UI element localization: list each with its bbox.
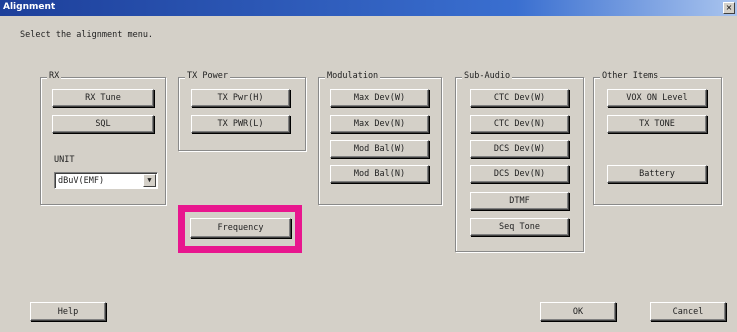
max-dev-n-button[interactable]: Max Dev(N) <box>330 115 429 133</box>
unit-select-value: dBuV(EMF) <box>58 176 105 186</box>
group-rx-label: RX <box>47 71 62 81</box>
group-other-items-label: Other Items <box>600 71 661 81</box>
mod-bal-w-button[interactable]: Mod Bal(W) <box>330 140 429 158</box>
prompt-text: Select the alignment menu. <box>20 30 154 40</box>
unit-select[interactable]: dBuV(EMF) ▼ <box>54 172 158 189</box>
frequency-button[interactable]: Frequency <box>190 218 291 238</box>
group-sub-audio-label: Sub-Audio <box>462 71 513 81</box>
chevron-down-icon[interactable]: ▼ <box>143 174 156 187</box>
help-button[interactable]: Help <box>30 302 106 321</box>
cancel-button[interactable]: Cancel <box>650 302 726 321</box>
sql-button[interactable]: SQL <box>52 115 154 133</box>
max-dev-w-button[interactable]: Max Dev(W) <box>330 89 429 107</box>
group-modulation-label: Modulation <box>325 71 381 81</box>
dcs-dev-n-button[interactable]: DCS Dev(N) <box>470 165 569 183</box>
seq-tone-button[interactable]: Seq Tone <box>470 218 569 236</box>
tx-pwr-l-button[interactable]: TX PWR(L) <box>191 115 290 133</box>
title-bar: Alignment × <box>0 0 737 16</box>
mod-bal-n-button[interactable]: Mod Bal(N) <box>330 165 429 183</box>
ctc-dev-w-button[interactable]: CTC Dev(W) <box>470 89 569 107</box>
tx-pwr-h-button[interactable]: TX Pwr(H) <box>191 89 290 107</box>
dcs-dev-w-button[interactable]: DCS Dev(W) <box>470 140 569 158</box>
group-tx-power-label: TX Power <box>185 71 230 81</box>
dtmf-button[interactable]: DTMF <box>470 192 569 210</box>
window-title: Alignment <box>3 2 56 12</box>
tx-tone-button[interactable]: TX TONE <box>607 115 707 133</box>
ok-button[interactable]: OK <box>540 302 616 321</box>
close-button[interactable]: × <box>723 2 735 14</box>
rx-tune-button[interactable]: RX Tune <box>52 89 154 107</box>
unit-label: UNIT <box>54 155 75 165</box>
battery-button[interactable]: Battery <box>607 165 707 183</box>
ctc-dev-n-button[interactable]: CTC Dev(N) <box>470 115 569 133</box>
vox-on-level-button[interactable]: VOX ON Level <box>607 89 707 107</box>
